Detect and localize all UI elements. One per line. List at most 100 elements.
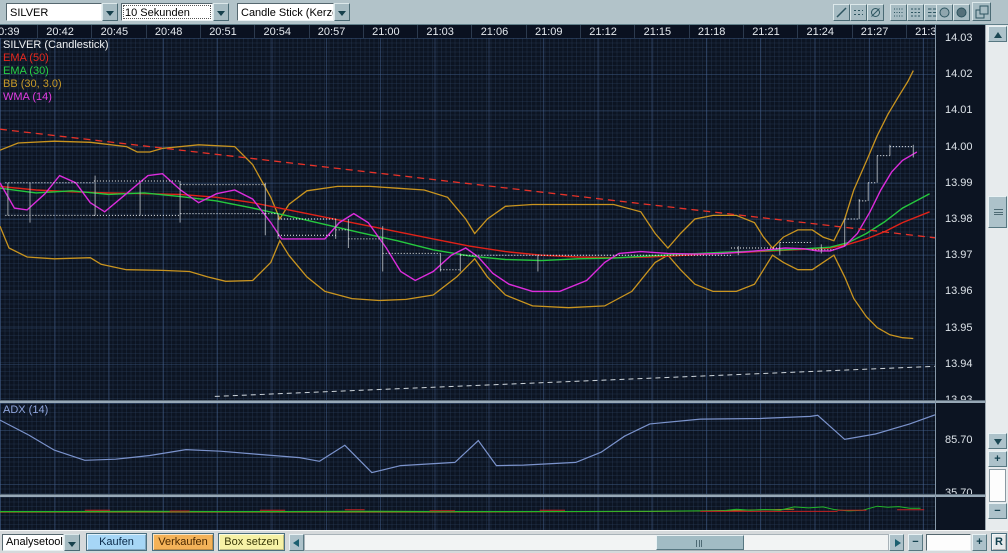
slashed-circle-icon bbox=[871, 8, 880, 17]
vertical-scrollbar-thumb[interactable] bbox=[988, 196, 1007, 228]
time-tick bbox=[688, 25, 690, 38]
horizontal-scrollbar[interactable] bbox=[304, 534, 889, 551]
hscroll-left-button[interactable] bbox=[289, 534, 304, 551]
adx-label: ADX (14) bbox=[3, 404, 49, 416]
time-tick bbox=[580, 25, 581, 38]
time-label: 21:06 bbox=[480, 26, 509, 38]
main-chart-panel[interactable]: SILVER (Candlestick) EMA (50) EMA (30) BB (… bbox=[0, 38, 935, 400]
time-tick bbox=[145, 25, 147, 38]
symbol-select[interactable]: SILVER bbox=[6, 3, 102, 21]
analysetool-select[interactable]: Analysetool bbox=[2, 534, 64, 551]
kaufen-button[interactable]: Kaufen bbox=[86, 533, 147, 551]
legend-item: WMA (14) bbox=[3, 91, 52, 103]
zoom-out-button[interactable]: − bbox=[988, 503, 1007, 519]
time-tick bbox=[471, 25, 473, 38]
zoom-in-button[interactable]: + bbox=[988, 451, 1007, 467]
chevron-down-icon bbox=[338, 11, 346, 16]
hscroll-right-button[interactable] bbox=[889, 534, 904, 551]
lower-indicator-canvas bbox=[0, 505, 925, 513]
fill-light-button[interactable] bbox=[936, 4, 953, 21]
trendline-tool-button[interactable] bbox=[833, 4, 850, 21]
time-tick bbox=[37, 25, 38, 38]
adx-axis-value: 85.70 bbox=[945, 434, 973, 446]
hatched-circle-icon bbox=[939, 7, 950, 18]
filled-circle-icon bbox=[956, 7, 967, 18]
arrow-up-icon bbox=[994, 32, 1002, 38]
verkaufen-button[interactable]: Verkaufen bbox=[152, 533, 214, 551]
time-label: 20:39 bbox=[0, 26, 20, 38]
fill-dark-button[interactable] bbox=[953, 4, 970, 21]
time-tick bbox=[525, 25, 527, 38]
hzoom-out-button[interactable]: − bbox=[908, 534, 923, 551]
axis-divider bbox=[935, 25, 936, 530]
time-tick bbox=[634, 25, 636, 38]
time-tick bbox=[797, 25, 799, 38]
hzoom-in-button[interactable]: + bbox=[972, 534, 987, 551]
dashed-line-tool-button[interactable] bbox=[850, 4, 867, 21]
indicator-green-line bbox=[0, 505, 921, 512]
reset-button[interactable]: R bbox=[991, 533, 1007, 551]
cascade-windows-button[interactable] bbox=[972, 2, 991, 21]
vertical-scrollbar[interactable]: + − bbox=[985, 25, 1008, 530]
adx-panel[interactable]: ADX (14) bbox=[0, 403, 935, 494]
legend-item: SILVER (Candlestick) bbox=[3, 39, 109, 51]
arrow-down-icon bbox=[994, 439, 1002, 445]
price-label: 14.02 bbox=[945, 68, 973, 81]
dashed-line-icon bbox=[854, 10, 863, 15]
panel-divider[interactable] bbox=[0, 400, 985, 403]
time-axis[interactable]: 20:39 20:42 20:45 20:48 20:51 20:54 20:57 21:00… bbox=[0, 25, 935, 38]
thumb-grip-icon bbox=[994, 209, 1003, 215]
time-tick bbox=[199, 25, 201, 38]
lower-indicator-panel[interactable] bbox=[0, 497, 935, 530]
series-ema-50 bbox=[0, 185, 930, 259]
legend: SILVER (Candlestick) EMA (50) EMA (30) BB (… bbox=[3, 39, 109, 104]
adx-line bbox=[0, 414, 935, 474]
price-label: 13.97 bbox=[945, 249, 973, 262]
legend-item: EMA (50) bbox=[3, 52, 49, 64]
interval-select-arrow[interactable] bbox=[213, 3, 229, 21]
time-label: 20:42 bbox=[46, 26, 74, 38]
legend-item: BB (30, 3.0) bbox=[3, 78, 62, 90]
grid-style-medium-button[interactable] bbox=[907, 4, 924, 21]
chevron-down-icon bbox=[106, 11, 114, 16]
panel-divider[interactable] bbox=[0, 494, 985, 497]
price-label: 13.94 bbox=[945, 357, 973, 370]
grid-style-fine-button[interactable] bbox=[890, 4, 907, 21]
time-label: 21:21 bbox=[752, 26, 780, 38]
series-ema-30 bbox=[0, 187, 930, 262]
main-chart-canvas bbox=[0, 70, 935, 397]
price-axis[interactable]: 85.70 35.70 14.29 14.0314.0214.0114.0013… bbox=[936, 25, 985, 530]
time-label: 21:03 bbox=[426, 26, 454, 38]
time-tick bbox=[254, 25, 256, 38]
zoom-slider-track[interactable] bbox=[989, 469, 1006, 502]
arrow-right-icon bbox=[895, 539, 901, 547]
scroll-down-button[interactable] bbox=[988, 433, 1007, 449]
charttype-select-arrow[interactable] bbox=[334, 3, 350, 21]
time-label: 20:45 bbox=[100, 26, 129, 38]
time-label: 20:51 bbox=[209, 26, 237, 38]
horizontal-scrollbar-thumb[interactable] bbox=[656, 535, 744, 550]
box-setzen-button[interactable]: Box setzen bbox=[218, 533, 285, 551]
time-label: 21:12 bbox=[589, 26, 617, 38]
time-tick bbox=[905, 25, 907, 38]
time-label: 21:18 bbox=[697, 26, 726, 38]
scroll-up-button[interactable] bbox=[988, 26, 1007, 42]
time-label: 21:09 bbox=[535, 26, 563, 38]
time-tick bbox=[742, 25, 744, 38]
interval-select[interactable]: 10 Sekunden bbox=[121, 3, 213, 21]
charttype-select[interactable]: Candle Stick (Kerze bbox=[237, 3, 334, 21]
time-tick bbox=[851, 25, 853, 38]
symbol-select-arrow[interactable] bbox=[102, 3, 118, 21]
clear-drawings-button[interactable] bbox=[867, 4, 884, 21]
trendline-ascending-support[interactable] bbox=[214, 365, 935, 397]
bottom-toolbar: Analysetool Kaufen Verkaufen Box setzen … bbox=[0, 530, 1008, 553]
arrow-left-icon bbox=[293, 539, 299, 547]
adx-axis-value: 35.70 bbox=[945, 487, 973, 499]
dashed-rows-fine-icon bbox=[894, 8, 903, 17]
time-tick bbox=[362, 25, 364, 38]
analysetool-select-arrow[interactable] bbox=[64, 534, 80, 551]
time-label: 21:27 bbox=[860, 26, 889, 38]
diagonal-line-icon bbox=[836, 7, 847, 18]
price-label: 14.03 bbox=[945, 32, 973, 44]
time-label: 21:30 bbox=[915, 26, 935, 38]
